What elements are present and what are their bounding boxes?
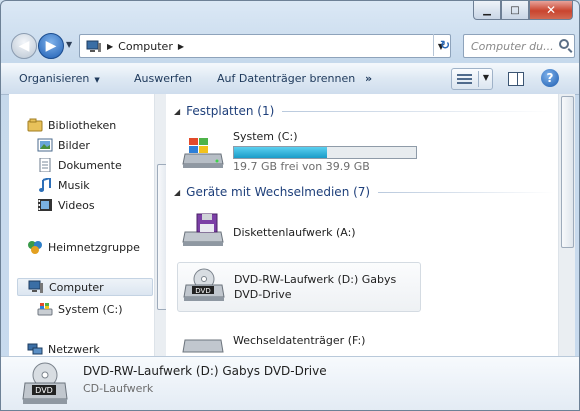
computer-icon [86,40,101,52]
content-pane: ◢ Festplatten (1) System (C:) 19.7 GB fr… [166,94,558,356]
videos-icon [38,199,52,211]
svg-text:DVD: DVD [195,287,210,295]
group-divider [378,191,554,193]
refresh-button[interactable]: ↻ [433,34,456,56]
preview-pane-icon[interactable] [508,72,524,86]
drive-name: DVD-RW-Laufwerk (D:) Gabys [234,273,397,286]
nav-item-libraries[interactable]: Bibliotheken [27,116,116,134]
drive-name: Diskettenlaufwerk (A:) [233,226,356,239]
close-button[interactable]: ✕ [529,1,573,20]
nav-item-documents[interactable]: Dokumente [37,156,122,174]
view-icon [457,74,472,84]
organize-label: Organisieren [19,72,90,85]
nav-label: Musik [58,178,90,192]
maximize-button[interactable]: □ [501,1,529,20]
minimize-button[interactable]: ▁ [473,1,501,20]
computer-icon [28,280,43,293]
nav-label: Heimnetzgruppe [48,240,140,254]
nav-label: Dokumente [58,158,122,172]
drive-name: System (C:) [233,130,298,143]
navigation-bar: ◀ ▶ ▼ ▶ Computer ▶ ▼ ↻ Computer du... [9,31,575,61]
nav-item-pictures[interactable]: Bilder [37,136,90,154]
separator [478,71,479,87]
change-view-button[interactable]: ▼ [451,68,493,90]
dvd-drive-icon: DVD [22,362,68,404]
window-controls: ▁ □ ✕ [473,1,573,20]
drive-tile-system[interactable]: System (C:) 19.7 GB frei von 39.9 GB [177,126,419,174]
drive-usage-fill [234,147,327,158]
library-icon [27,118,43,132]
content-scrollbar[interactable] [558,94,575,356]
breadcrumb-computer[interactable]: Computer [118,40,173,53]
drive-usage-bar [233,146,417,159]
svg-text:DVD: DVD [35,386,53,395]
group-label: Geräte mit Wechselmedien (7) [186,185,371,199]
pictures-icon [37,138,53,152]
windows-drive-icon [37,303,53,316]
details-pane: DVD DVD-RW-Laufwerk (D:) Gabys DVD-Drive… [1,356,579,410]
explorer-window: ▁ □ ✕ ◀ ▶ ▼ ▶ Computer ▶ ▼ ↻ Computer du… [0,0,580,411]
details-type: CD-Laufwerk [83,382,154,395]
collapse-icon[interactable]: ◢ [174,107,180,116]
content-scrollbar-thumb[interactable] [561,96,574,248]
group-harddisks[interactable]: ◢ Festplatten (1) [174,104,554,118]
search-placeholder: Computer du... [471,39,554,53]
burn-button[interactable]: Auf Datenträger brennen [217,72,355,85]
drive-name-line2: DVD-Drive [234,288,292,301]
breadcrumb-arrow-icon[interactable]: ▶ [107,42,113,51]
dvd-drive-icon: DVD [183,268,225,301]
navigation-pane: Bibliotheken Bilder Dokumente Musik Vide… [9,94,171,356]
search-icon [559,39,569,49]
drive-tile-dvd[interactable]: DVD DVD-RW-Laufwerk (D:) Gabys DVD-Drive [177,262,421,312]
nav-item-homegroup[interactable]: Heimnetzgruppe [27,238,140,256]
drive-free-space: 19.7 GB frei von 39.9 GB [233,160,370,173]
drive-tile-floppy[interactable]: Diskettenlaufwerk (A:) [177,208,419,256]
breadcrumb-arrow-icon[interactable]: ▶ [178,42,184,51]
collapse-icon[interactable]: ◢ [174,188,180,197]
search-input[interactable]: Computer du... [463,34,575,58]
group-removable[interactable]: ◢ Geräte mit Wechselmedien (7) [174,185,554,199]
music-icon [39,178,51,192]
documents-icon [39,158,51,172]
network-icon [27,343,43,355]
nav-label: Netzwerk [48,342,100,356]
drive-tile-removable[interactable]: Wechseldatenträger (F:) [177,322,419,356]
nav-label: Videos [58,198,95,212]
nav-item-videos[interactable]: Videos [37,196,95,214]
back-button[interactable]: ◀ [11,33,37,59]
chevron-down-icon: ▼ [94,76,100,84]
nav-item-music[interactable]: Musik [37,176,90,194]
removable-drive-icon [182,339,224,353]
nav-label: Bibliotheken [48,118,117,132]
drive-name: Wechseldatenträger (F:) [233,334,366,347]
group-divider [282,110,554,112]
address-bar[interactable]: ▶ Computer ▶ ▼ [79,34,451,58]
nav-label: System (C:) [58,302,123,316]
eject-button[interactable]: Auswerfen [134,72,192,85]
help-icon[interactable]: ? [541,69,559,87]
nav-label: Bilder [58,138,90,152]
command-bar: Organisieren ▼ Auswerfen Auf Datenträger … [1,63,579,95]
floppy-drive-icon [182,213,224,246]
history-dropdown-icon[interactable]: ▼ [66,40,72,49]
nav-item-computer[interactable]: Computer [17,278,153,296]
chevron-down-icon[interactable]: ▼ [483,73,489,82]
group-label: Festplatten (1) [186,104,275,118]
more-commands-button[interactable]: » [365,72,372,85]
homegroup-icon [28,241,42,254]
nav-item-system-drive[interactable]: System (C:) [37,300,123,318]
details-title: DVD-RW-Laufwerk (D:) Gabys DVD-Drive [83,364,327,378]
organize-button[interactable]: Organisieren ▼ [19,72,100,85]
windows-drive-icon [182,138,224,168]
forward-button[interactable]: ▶ [38,33,64,59]
nav-label: Computer [49,280,104,294]
